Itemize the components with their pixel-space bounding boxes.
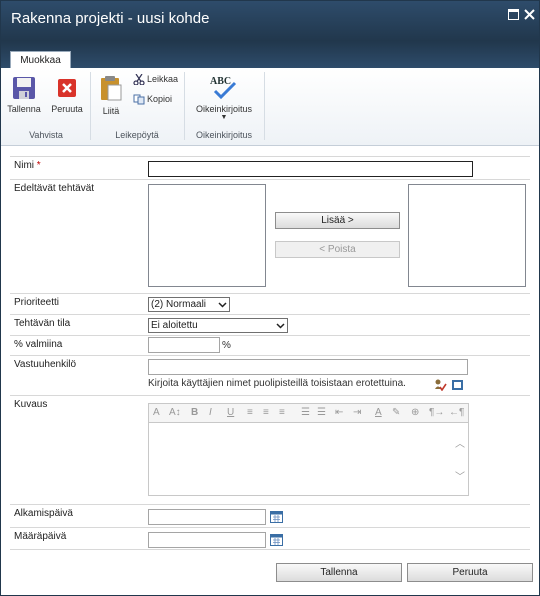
ribbon-group-clipboard: Liitä Leikkaa Kopioi Leikepöytä	[91, 68, 183, 144]
italic-icon[interactable]: I	[209, 407, 212, 418]
row-start-date: Alkamispäivä	[10, 504, 530, 527]
align-center-icon[interactable]: ≡	[263, 407, 269, 418]
dialog: Rakenna projekti - uusi kohde Muokkaa Ta…	[0, 0, 540, 596]
save-label: Tallenna	[7, 104, 41, 114]
name-input[interactable]	[148, 161, 473, 177]
status-value: Ei aloitettu	[151, 320, 198, 331]
people-picker-input[interactable]	[148, 359, 468, 375]
row-status: Tehtävän tila Ei aloitettu	[10, 314, 530, 335]
abc-text: ABC	[210, 76, 231, 87]
priority-label: Prioriteetti	[14, 297, 60, 308]
font-icon[interactable]: A	[153, 407, 160, 418]
group-label-clipboard: Leikepöytä	[115, 130, 159, 140]
ribbon-tab-strip: Muokkaa	[1, 41, 539, 69]
scroll-down-icon[interactable]: ﹀	[455, 468, 465, 483]
people-picker-hint: Kirjoita käyttäjien nimet puolipisteillä…	[148, 378, 406, 389]
font-size-icon[interactable]: A↕	[169, 407, 181, 418]
highlight-icon[interactable]: ✎	[392, 407, 400, 418]
chevron-down-icon: ▼	[220, 114, 228, 121]
form-footer: Tallenna Peruuta	[10, 553, 533, 593]
chevron-down-icon	[218, 302, 227, 308]
ribbon-cut-button[interactable]: Leikkaa	[133, 74, 179, 86]
assigned-to-label: Vastuuhenkilö	[14, 359, 77, 370]
ribbon-paste-button[interactable]: Liitä	[96, 74, 126, 116]
scissors-icon	[133, 74, 145, 86]
rich-text-toolbar: A A↕ B I U ≡ ≡ ≡ ☰ ☰ ⇤ ⇥ A ✎ ⊕ ¶→ ←¶	[148, 403, 469, 423]
footer-save-button[interactable]: Tallenna	[276, 563, 402, 582]
percent-unit: %	[222, 340, 231, 351]
chevron-down-icon	[276, 323, 285, 329]
priority-value: (2) Normaali	[151, 299, 207, 310]
spellcheck-icon: ABC	[210, 76, 237, 100]
save-icon	[13, 77, 35, 99]
close-icon[interactable]	[524, 9, 535, 20]
increase-indent-icon[interactable]: ⇥	[353, 407, 361, 418]
title-bar: Rakenna projekti - uusi kohde	[1, 1, 539, 41]
bullet-list-icon[interactable]: ☰	[317, 407, 326, 418]
rtl-icon[interactable]: ←¶	[449, 407, 464, 418]
tab-muokkaa[interactable]: Muokkaa	[10, 51, 71, 69]
footer-cancel-button[interactable]: Peruuta	[407, 563, 533, 582]
row-priority: Prioriteetti (2) Normaali	[10, 293, 530, 314]
group-label-commit: Vahvista	[29, 130, 63, 140]
ribbon-group-spelling: ABC Oikeinkirjoitus ▼ Oikeinkirjoitus	[185, 68, 263, 144]
text-color-icon[interactable]: A	[375, 407, 382, 418]
check-names-icon[interactable]	[434, 379, 447, 391]
status-label: Tehtävän tila	[14, 318, 71, 329]
description-label: Kuvaus	[14, 399, 48, 410]
row-percent: % valmiina %	[10, 335, 530, 355]
ribbon-copy-button[interactable]: Kopioi	[133, 94, 172, 105]
priority-select[interactable]: (2) Normaali	[148, 297, 230, 312]
maximize-icon[interactable]	[508, 9, 519, 20]
cancel-label: Peruuta	[51, 104, 83, 114]
address-book-icon[interactable]	[451, 379, 464, 391]
align-left-icon[interactable]: ≡	[247, 407, 253, 418]
name-label: Nimi *	[14, 160, 41, 171]
due-date-label: Määräpäivä	[14, 531, 67, 542]
copy-icon	[133, 94, 145, 105]
start-date-label: Alkamispäivä	[14, 508, 73, 519]
scroll-up-icon[interactable]: ︿	[455, 435, 465, 450]
spelling-label: Oikeinkirjoitus	[195, 104, 253, 114]
paste-label: Liitä	[102, 106, 120, 116]
link-icon[interactable]: ⊕	[411, 407, 419, 418]
cancel-icon	[58, 79, 76, 97]
group-divider	[264, 72, 265, 140]
ltr-icon[interactable]: ¶→	[429, 407, 444, 418]
selected-tasks-list[interactable]	[408, 184, 526, 287]
predecessors-label: Edeltävät tehtävät	[14, 183, 95, 194]
calendar-icon[interactable]	[270, 511, 283, 523]
row-assigned-to: Vastuuhenkilö Kirjoita käyttäjien nimet …	[10, 355, 530, 395]
percent-input[interactable]	[148, 337, 220, 353]
description-editor[interactable]: ︿ ﹀	[148, 423, 469, 496]
remove-button[interactable]: < Poista	[275, 241, 400, 258]
row-predecessors: Edeltävät tehtävät Lisää > < Poista	[10, 179, 530, 293]
group-label-spelling: Oikeinkirjoitus	[195, 130, 253, 140]
required-marker: *	[36, 160, 41, 171]
paste-icon	[101, 76, 122, 101]
ribbon-cancel-button[interactable]: Peruuta	[49, 76, 85, 114]
bold-icon[interactable]: B	[191, 407, 198, 418]
percent-label: % valmiina	[14, 339, 63, 350]
ribbon-save-button[interactable]: Tallenna	[7, 76, 41, 114]
row-description: Kuvaus A A↕ B I U ≡ ≡ ≡ ☰ ☰ ⇤ ⇥ A ✎ ⊕ ¶→…	[10, 395, 530, 504]
numbered-list-icon[interactable]: ☰	[301, 407, 310, 418]
calendar-icon[interactable]	[270, 534, 283, 546]
dialog-title: Rakenna projekti - uusi kohde	[11, 10, 210, 27]
available-tasks-list[interactable]	[148, 184, 266, 287]
status-select[interactable]: Ei aloitettu	[148, 318, 288, 333]
cut-label: Leikkaa	[147, 74, 179, 84]
row-due-date: Määräpäivä	[10, 527, 530, 550]
align-right-icon[interactable]: ≡	[279, 407, 285, 418]
ribbon-spelling-button[interactable]: ABC Oikeinkirjoitus ▼	[189, 74, 259, 121]
due-date-input[interactable]	[148, 532, 266, 548]
ribbon: Tallenna Peruuta Vahvista Liitä Leikkaa …	[1, 68, 539, 146]
start-date-input[interactable]	[148, 509, 266, 525]
copy-label: Kopioi	[147, 94, 173, 104]
add-button[interactable]: Lisää >	[275, 212, 400, 229]
underline-icon[interactable]: U	[227, 407, 234, 418]
decrease-indent-icon[interactable]: ⇤	[335, 407, 343, 418]
ribbon-group-commit: Tallenna Peruuta Vahvista	[3, 68, 89, 144]
row-name: Nimi *	[10, 156, 530, 179]
